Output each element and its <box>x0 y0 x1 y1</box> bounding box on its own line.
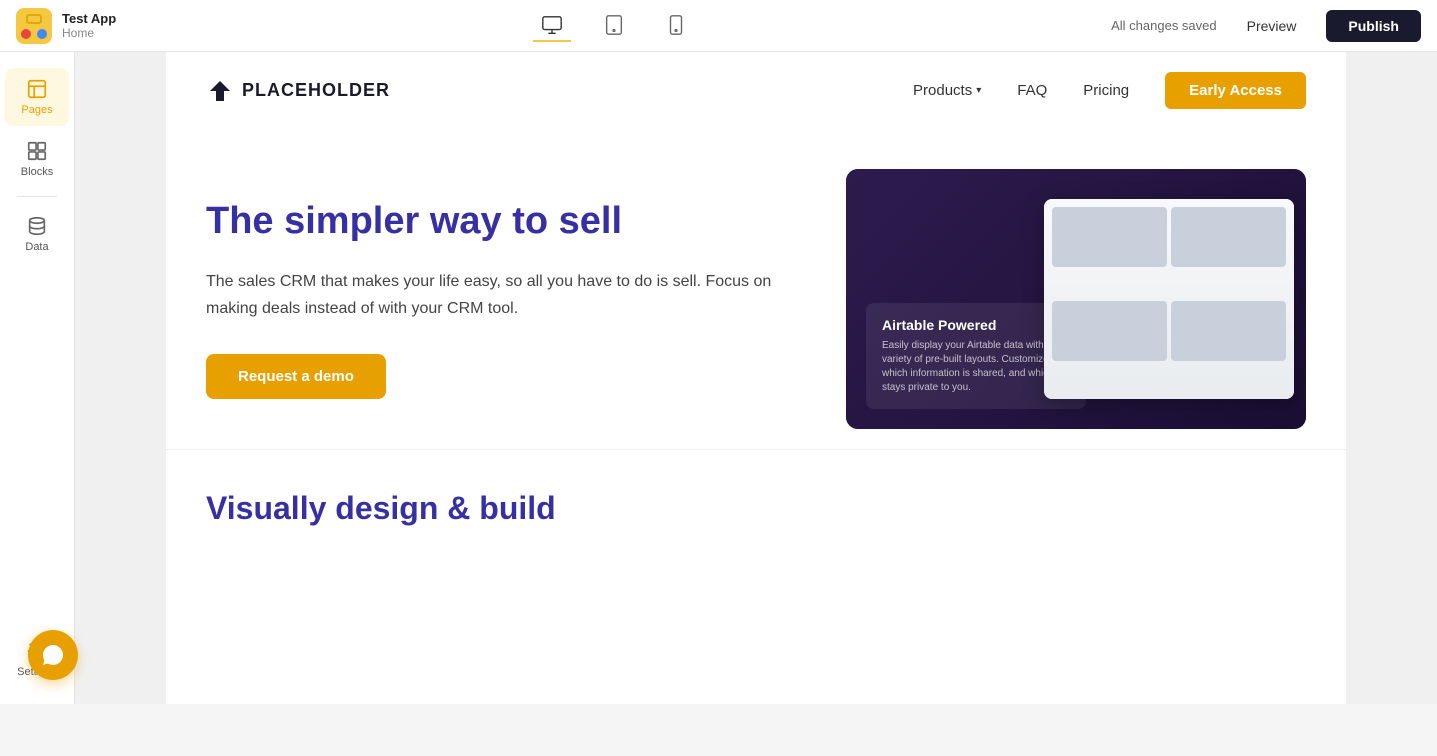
publish-button[interactable]: Publish <box>1326 10 1421 42</box>
topbar-right: All changes saved Preview Publish <box>1111 10 1421 42</box>
save-status: All changes saved <box>1111 18 1217 33</box>
sidebar-item-data-label: Data <box>25 241 48 253</box>
site-nav: PLACEHOLDER Products ▾ FAQ Pricing Early… <box>166 52 1346 129</box>
main-canvas-area: PLACEHOLDER Products ▾ FAQ Pricing Early… <box>75 52 1437 704</box>
preview-button[interactable]: Preview <box>1233 12 1311 40</box>
second-section: Visually design & build <box>166 449 1346 567</box>
sidebar-divider <box>17 196 57 197</box>
logo-arrow-icon <box>206 77 234 105</box>
page-canvas: PLACEHOLDER Products ▾ FAQ Pricing Early… <box>166 52 1346 704</box>
hero-section: The simpler way to sell The sales CRM th… <box>166 129 1346 449</box>
sidebar-item-blocks-label: Blocks <box>21 166 53 178</box>
hero-description: The sales CRM that makes your life easy,… <box>206 268 786 322</box>
topbar: Test App Home All changes saved Preview <box>0 0 1437 52</box>
site-logo: PLACEHOLDER <box>206 77 390 105</box>
hero-title: The simpler way to sell <box>206 199 786 245</box>
app-icon <box>16 8 52 44</box>
app-info: Test App Home <box>62 11 116 40</box>
desktop-device-button[interactable] <box>533 10 571 42</box>
nav-faq[interactable]: FAQ <box>1017 82 1047 99</box>
chat-button[interactable] <box>28 630 78 680</box>
airtable-card-title: Airtable Powered <box>882 317 1070 333</box>
sidebar-item-data[interactable]: Data <box>5 205 69 263</box>
sidebar-item-pages-label: Pages <box>21 104 52 116</box>
second-section-title: Visually design & build <box>206 490 1306 527</box>
hero-left: The simpler way to sell The sales CRM th… <box>206 199 786 400</box>
screenshot-cell <box>1052 301 1167 361</box>
nav-links: Products ▾ FAQ Pricing Early Access <box>913 72 1306 109</box>
blocks-icon <box>26 140 48 162</box>
nav-pricing[interactable]: Pricing <box>1083 82 1129 99</box>
sidebar-item-blocks[interactable]: Blocks <box>5 130 69 188</box>
early-access-button[interactable]: Early Access <box>1165 72 1306 109</box>
app-page: Home <box>62 26 116 40</box>
sidebar: Pages Blocks Data Settings <box>0 52 75 704</box>
sidebar-item-pages[interactable]: Pages <box>5 68 69 126</box>
tablet-device-button[interactable] <box>595 10 633 42</box>
app-name: Test App <box>62 11 116 26</box>
screenshot-grid <box>1044 199 1294 399</box>
chat-icon <box>41 643 65 667</box>
pages-icon <box>26 78 48 100</box>
logo-text: PLACEHOLDER <box>242 80 390 101</box>
nav-products[interactable]: Products ▾ <box>913 82 981 99</box>
device-switcher <box>533 10 695 42</box>
airtable-card-description: Easily display your Airtable data with a… <box>882 339 1070 395</box>
topbar-left: Test App Home <box>16 8 116 44</box>
data-icon <box>26 215 48 237</box>
screenshot-cell <box>1171 301 1286 361</box>
mobile-device-button[interactable] <box>657 10 695 42</box>
chevron-down-icon: ▾ <box>976 85 981 96</box>
hero-image: Airtable Powered Easily display your Air… <box>846 169 1306 429</box>
request-demo-button[interactable]: Request a demo <box>206 354 386 399</box>
hero-screenshot <box>1044 199 1294 399</box>
screenshot-cell <box>1052 207 1167 267</box>
screenshot-cell <box>1171 207 1286 267</box>
